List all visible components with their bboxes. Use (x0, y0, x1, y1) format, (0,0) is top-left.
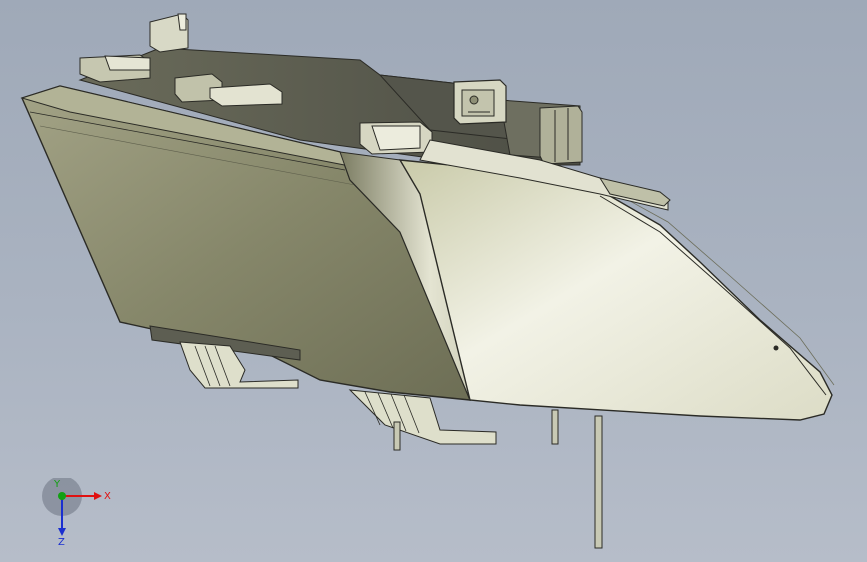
z-axis-label: Z (58, 537, 65, 548)
x-axis-label: X (104, 491, 111, 502)
3d-viewport[interactable]: X Y Z (0, 0, 867, 562)
headlamp-model[interactable] (0, 0, 867, 562)
rear-bracket (539, 105, 583, 165)
headlamp-lens (398, 159, 835, 421)
connector-block (453, 79, 507, 125)
y-axis-label: Y (53, 479, 61, 490)
axis-triad: X Y Z (42, 478, 111, 548)
y-axis-icon (58, 492, 66, 500)
